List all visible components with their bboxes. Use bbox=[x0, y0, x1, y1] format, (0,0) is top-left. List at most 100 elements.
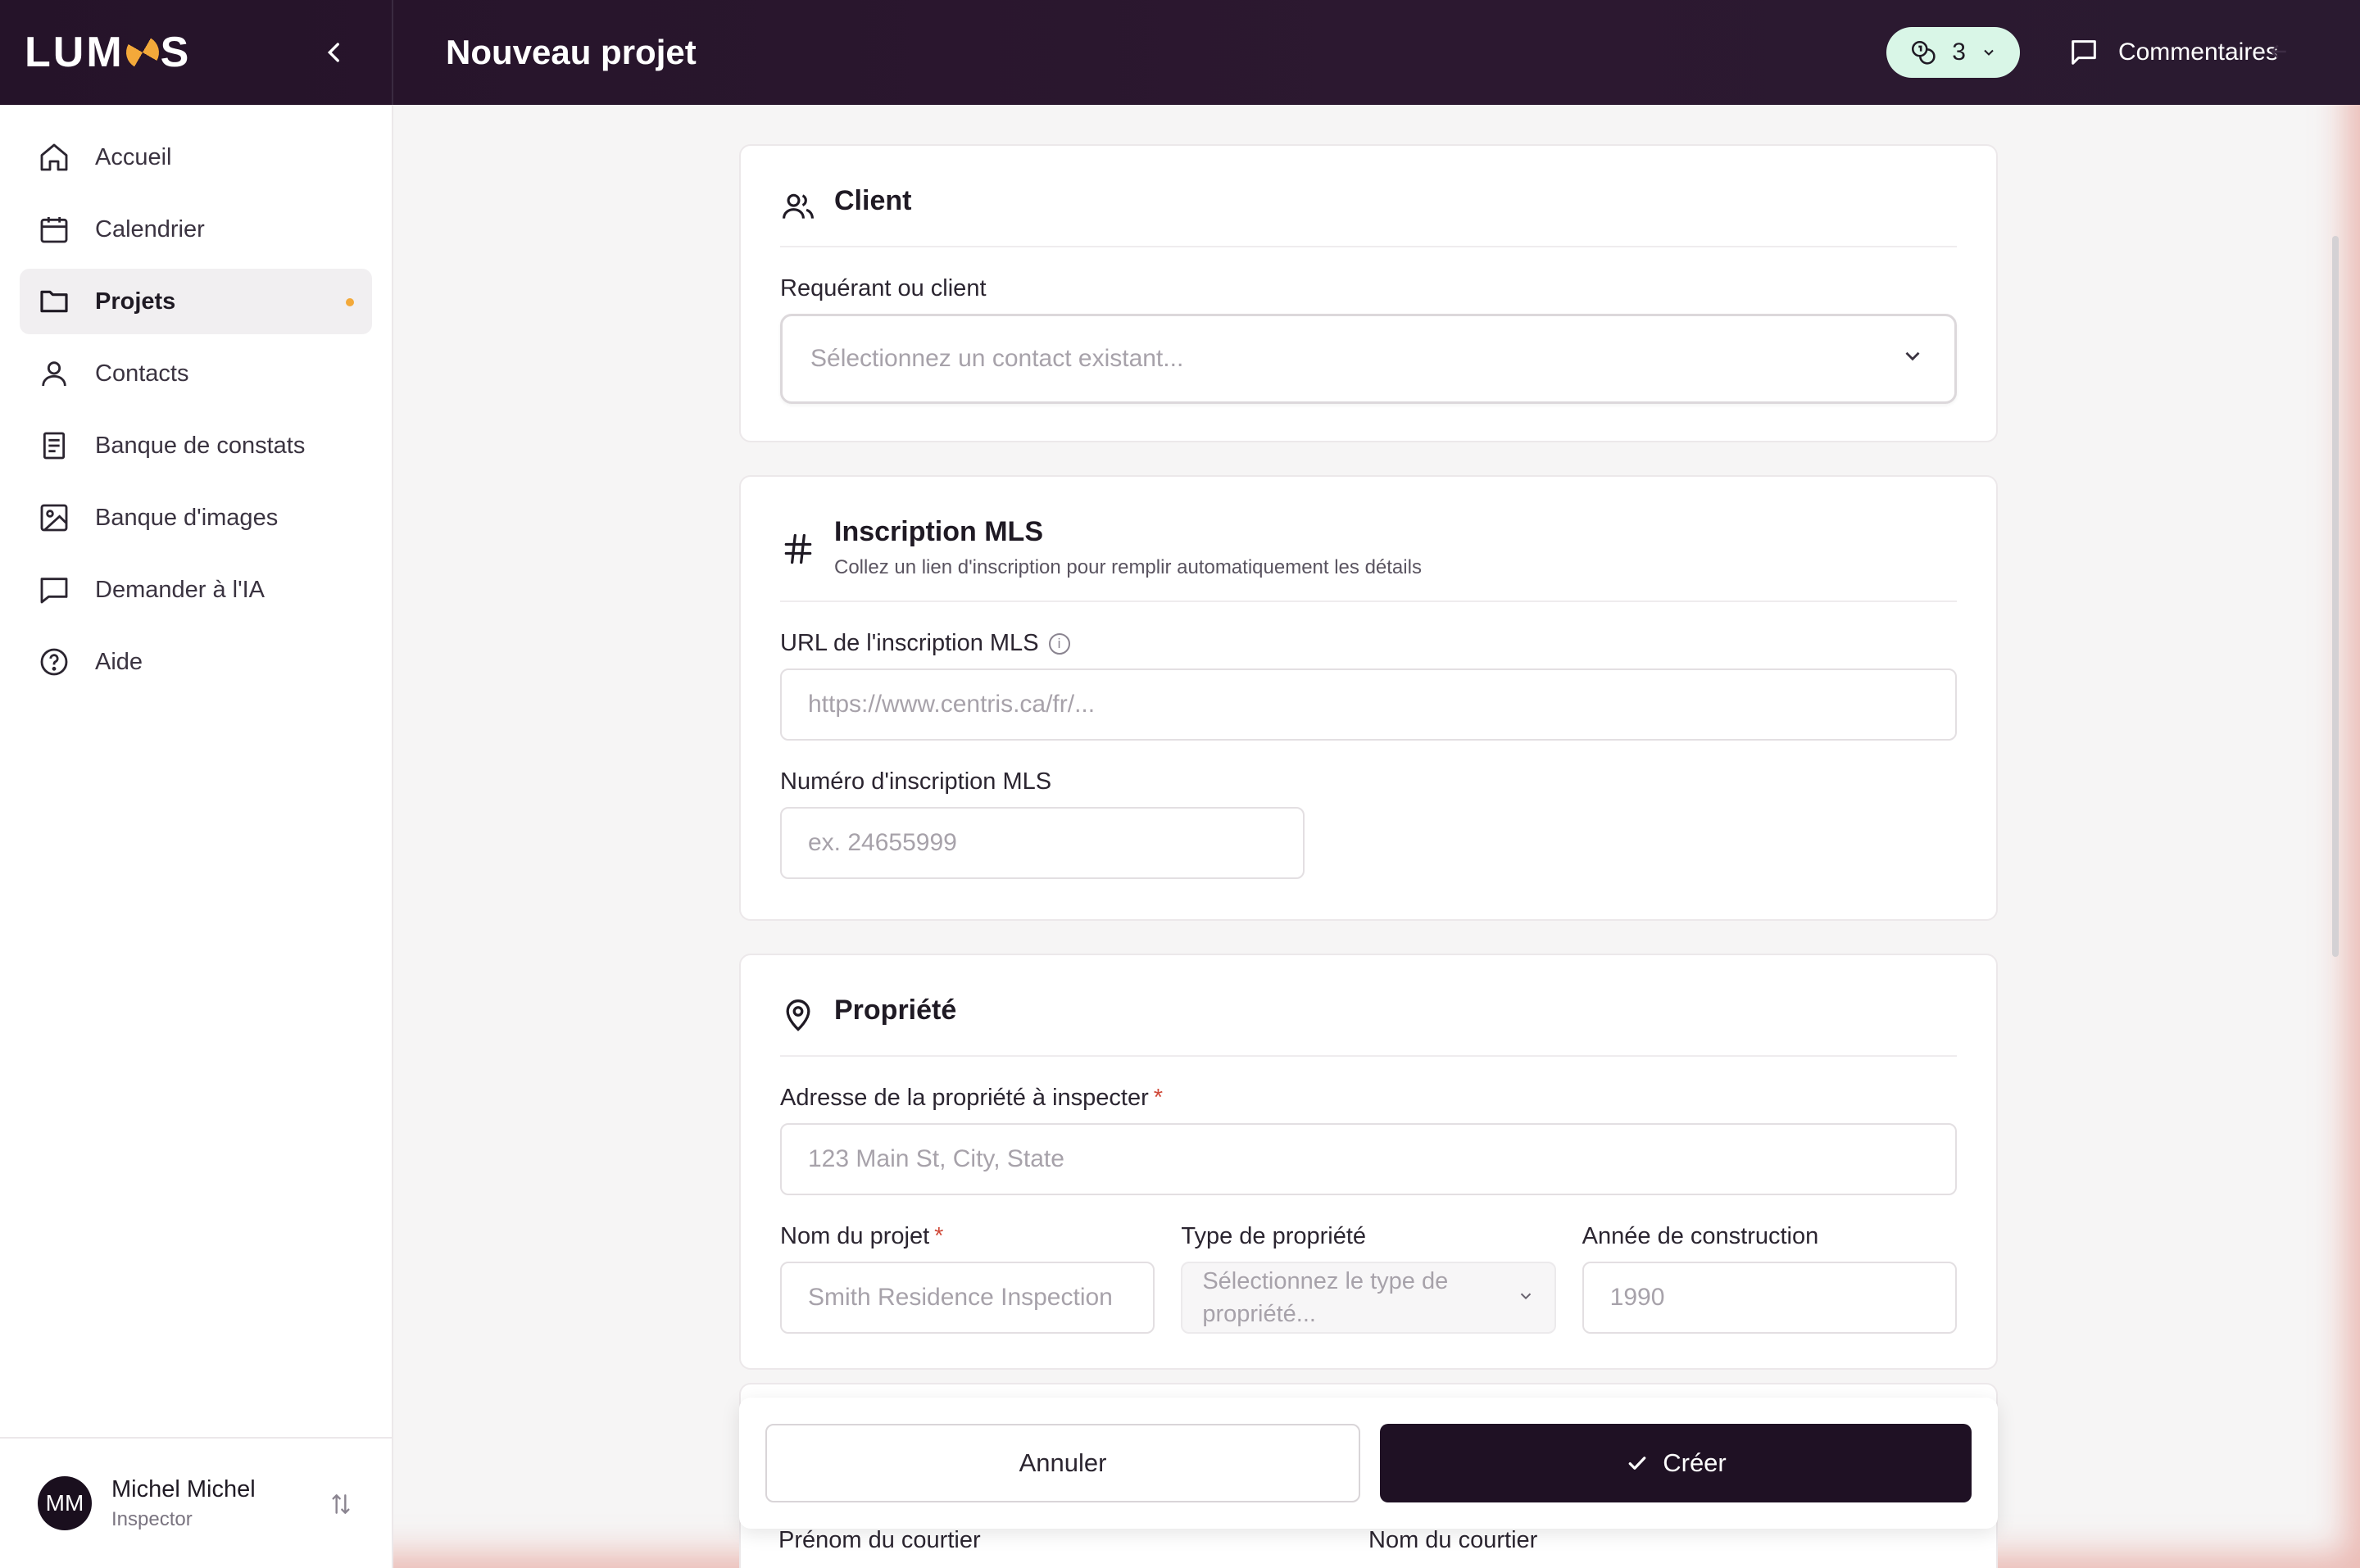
client-select[interactable]: Sélectionnez un contact existant... bbox=[780, 314, 1957, 404]
client-select-placeholder: Sélectionnez un contact existant... bbox=[810, 345, 1184, 372]
credits-count: 3 bbox=[1952, 39, 1966, 66]
address-label-text: Adresse de la propriété à inspecter bbox=[780, 1085, 1149, 1111]
sidebar-item-label: Demander à l'IA bbox=[95, 576, 266, 603]
address-placeholder: 123 Main St, City, State bbox=[808, 1145, 1064, 1172]
project-name-input[interactable]: Smith Residence Inspection bbox=[780, 1262, 1155, 1334]
chevron-down-icon bbox=[1900, 344, 1925, 374]
sidebar-item-label: Calendrier bbox=[95, 215, 205, 242]
user-profile[interactable]: MM Michel Michel Inspector bbox=[0, 1437, 392, 1568]
sidebar-item-contacts[interactable]: Contacts bbox=[20, 341, 372, 406]
header-hidden-icon bbox=[2267, 39, 2291, 64]
broker-labels: Prénom du courtier Nom du courtier bbox=[778, 1527, 1958, 1554]
mls-number-input[interactable]: ex. 24655999 bbox=[780, 807, 1305, 879]
property-type-field: Type de propriété Sélectionnez le type d… bbox=[1181, 1195, 1556, 1334]
swap-vertical-icon bbox=[332, 1494, 350, 1514]
logo-o-mark-icon bbox=[120, 29, 165, 75]
construction-year-field: Année de construction 1990 bbox=[1582, 1195, 1957, 1334]
coins-icon bbox=[1912, 40, 1936, 65]
check-icon bbox=[1628, 1457, 1646, 1470]
broker-last-name-label: Nom du courtier bbox=[1368, 1527, 1538, 1553]
create-button-label: Créer bbox=[1663, 1448, 1727, 1477]
sidebar-item-label: Projets bbox=[95, 288, 176, 315]
form-action-bar: Annuler Créer bbox=[739, 1398, 1998, 1529]
notification-dot bbox=[346, 298, 354, 306]
property-type-placeholder: Sélectionnez le type de propriété... bbox=[1202, 1268, 1449, 1327]
mls-number-placeholder: ex. 24655999 bbox=[808, 829, 957, 856]
mls-url-placeholder: https://www.centris.ca/fr/... bbox=[808, 691, 1096, 718]
lumos-logo[interactable]: LUM S bbox=[25, 28, 191, 77]
chevron-left-icon bbox=[327, 43, 339, 62]
sidebar-item-calendrier[interactable]: Calendrier bbox=[20, 197, 372, 262]
sidebar-item-label: Aide bbox=[95, 648, 143, 675]
image-icon bbox=[40, 504, 68, 532]
sidebar-item-demander-ia[interactable]: Demander à l'IA bbox=[20, 557, 372, 623]
cancel-button[interactable]: Annuler bbox=[765, 1424, 1360, 1502]
construction-year-input[interactable]: 1990 bbox=[1582, 1262, 1957, 1334]
client-card: Client Requérant ou client Sélectionnez … bbox=[739, 144, 1998, 442]
sidebar-item-label: Accueil bbox=[95, 143, 172, 170]
user-name: Michel Michel bbox=[111, 1475, 256, 1502]
mls-card: Inscription MLS Collez un lien d'inscrip… bbox=[739, 475, 1998, 921]
mls-url-label: URL de l'inscription MLS i bbox=[780, 630, 1957, 657]
mls-url-label-text: URL de l'inscription MLS bbox=[780, 630, 1039, 656]
project-name-field: Nom du projet * Smith Residence Inspecti… bbox=[780, 1195, 1155, 1334]
comments-label: Commentaires bbox=[2117, 39, 2278, 66]
sidebar-item-label: Contacts bbox=[95, 360, 189, 387]
address-input[interactable]: 123 Main St, City, State bbox=[780, 1123, 1957, 1195]
address-label: Adresse de la propriété à inspecter * bbox=[780, 1085, 1957, 1112]
broker-first-name-label: Prénom du courtier bbox=[778, 1527, 981, 1553]
client-card-header: Client bbox=[780, 146, 1957, 247]
chevron-down-icon bbox=[1517, 1281, 1535, 1314]
construction-year-label: Année de construction bbox=[1582, 1223, 1819, 1249]
construction-year-placeholder: 1990 bbox=[1609, 1284, 1665, 1311]
sidebar-item-banque-constats[interactable]: Banque de constats bbox=[20, 413, 372, 478]
mls-number-label: Numéro d'inscription MLS bbox=[780, 768, 1052, 795]
sidebar-item-label: Banque d'images bbox=[95, 504, 279, 531]
comments-button[interactable]: Commentaires bbox=[2067, 36, 2278, 69]
project-name-label: Nom du projet * bbox=[780, 1223, 1155, 1250]
project-name-placeholder: Smith Residence Inspection bbox=[808, 1284, 1113, 1311]
sidebar-item-label: Banque de constats bbox=[95, 432, 306, 459]
arrow-left-icon bbox=[2270, 44, 2286, 59]
sidebar-item-banque-images[interactable]: Banque d'images bbox=[20, 485, 372, 551]
hash-icon bbox=[784, 533, 812, 564]
property-card: Propriété Adresse de la propriété à insp… bbox=[739, 954, 1998, 1370]
home-icon bbox=[40, 143, 68, 171]
folder-icon bbox=[40, 290, 68, 313]
top-header: LUM S Nouveau projet 3 Commentaires bbox=[0, 0, 2360, 105]
sidebar-item-projets[interactable]: Projets bbox=[20, 269, 372, 334]
collapse-sidebar-button[interactable] bbox=[318, 36, 351, 69]
help-icon bbox=[40, 648, 68, 676]
credits-dropdown[interactable]: 3 bbox=[1886, 27, 2020, 78]
logo-text-right: S bbox=[160, 29, 192, 76]
sidebar: Accueil Calendrier Projets Contacts Banq… bbox=[0, 105, 393, 1568]
user-role: Inspector bbox=[111, 1507, 193, 1530]
scrollbar[interactable] bbox=[2332, 236, 2339, 957]
mls-card-header: Inscription MLS Collez un lien d'inscrip… bbox=[780, 477, 1957, 602]
app-window: LUM S Nouveau projet 3 Commentaires Accu… bbox=[0, 0, 2360, 1568]
required-mark: * bbox=[934, 1223, 944, 1249]
sidebar-item-accueil[interactable]: Accueil bbox=[20, 125, 372, 190]
main-content: Client Requérant ou client Sélectionnez … bbox=[395, 105, 2345, 1568]
users-icon bbox=[783, 193, 814, 219]
account-switch-button[interactable] bbox=[328, 1491, 354, 1524]
page-title: Nouveau projet bbox=[446, 33, 697, 71]
property-type-select[interactable]: Sélectionnez le type de propriété... bbox=[1181, 1262, 1556, 1334]
info-icon[interactable]: i bbox=[1048, 632, 1070, 655]
comment-icon bbox=[2072, 40, 2096, 65]
calendar-icon bbox=[40, 217, 68, 243]
document-icon bbox=[43, 432, 66, 460]
create-button[interactable]: Créer bbox=[1380, 1424, 1972, 1502]
card-title: Client bbox=[834, 185, 912, 216]
avatar: MM bbox=[38, 1476, 92, 1530]
user-icon bbox=[42, 361, 66, 387]
property-details-row: Nom du projet * Smith Residence Inspecti… bbox=[780, 1195, 1957, 1334]
sidebar-nav: Accueil Calendrier Projets Contacts Banq… bbox=[0, 105, 392, 695]
mls-url-input[interactable]: https://www.centris.ca/fr/... bbox=[780, 668, 1957, 741]
user-info: Michel Michel Inspector bbox=[111, 1476, 256, 1531]
chat-icon bbox=[40, 578, 68, 604]
client-field-label: Requérant ou client bbox=[780, 275, 987, 301]
brand-area: LUM S bbox=[0, 0, 393, 105]
logo-text-left: LUM bbox=[25, 29, 125, 76]
sidebar-item-aide[interactable]: Aide bbox=[20, 629, 372, 695]
